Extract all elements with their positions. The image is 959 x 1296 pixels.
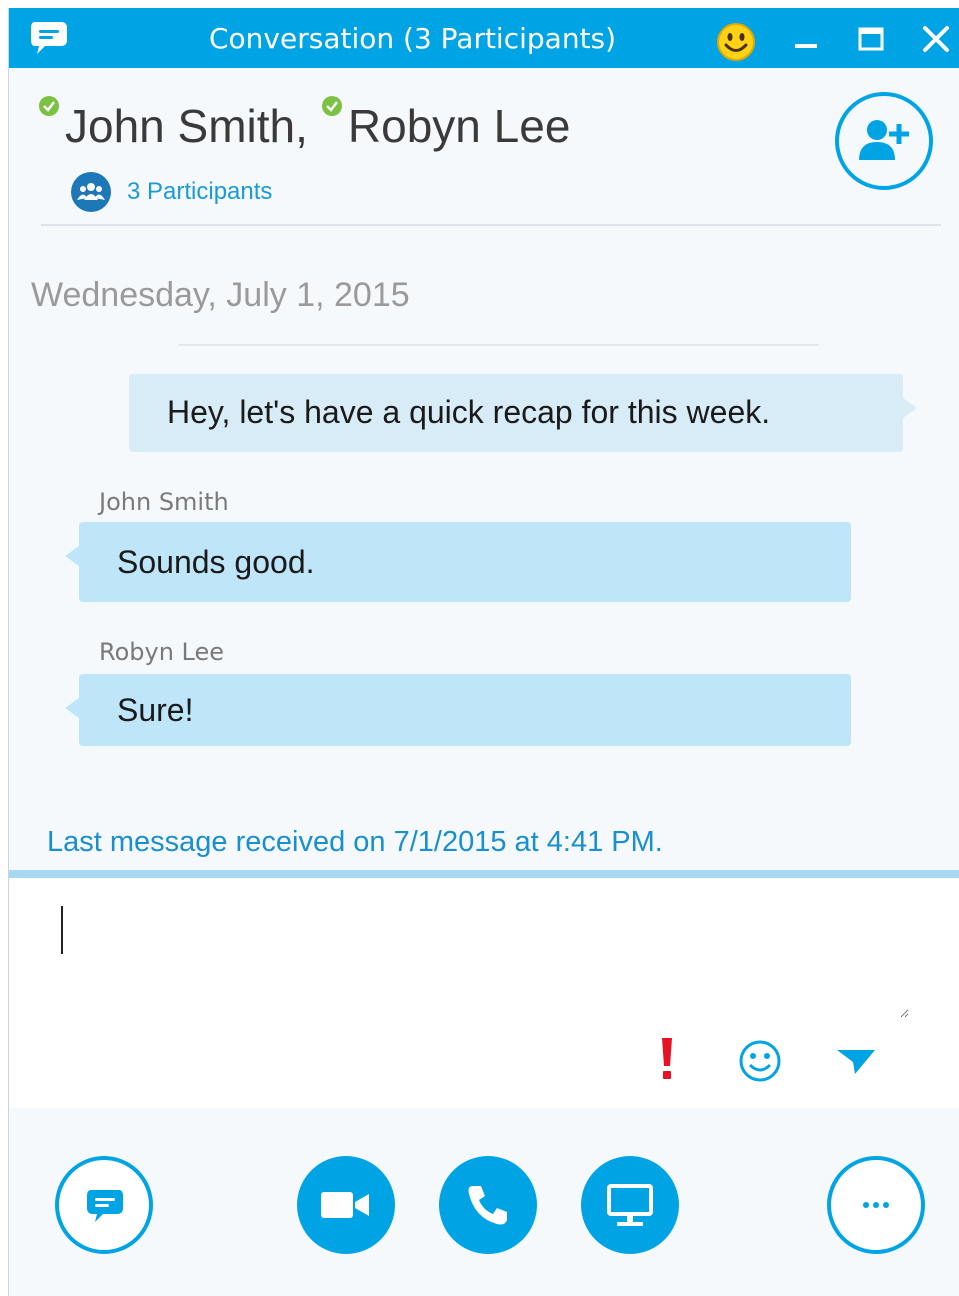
emoji-icon[interactable] <box>716 22 756 62</box>
header-divider <box>41 224 941 226</box>
more-icon <box>863 1202 889 1208</box>
video-icon <box>321 1192 369 1218</box>
conversation-window: Conversation (3 Participants) John Smith… <box>8 8 959 1296</box>
message-bubble-incoming: Sounds good. <box>65 522 851 602</box>
compose-area <box>9 878 959 1108</box>
message-bubble-outgoing: Hey, let's have a quick recap for this w… <box>129 374 917 452</box>
present-button[interactable] <box>581 1156 679 1254</box>
chat-app-icon <box>29 20 69 56</box>
participant-name[interactable]: Robyn Lee <box>348 100 571 152</box>
participant-name[interactable]: John Smith, <box>65 100 308 152</box>
more-options-button[interactable] <box>827 1156 925 1254</box>
message-sender: John Smith <box>99 488 229 516</box>
minimize-icon[interactable] <box>789 22 825 58</box>
presence-available-icon <box>321 96 342 116</box>
video-button[interactable] <box>297 1156 395 1254</box>
message-sender: Robyn Lee <box>99 638 225 666</box>
title-bar: Conversation (3 Participants) <box>9 8 959 68</box>
last-message-status: Last message received on 7/1/2015 at 4:4… <box>47 826 663 858</box>
phone-icon <box>468 1186 507 1225</box>
emoticon-icon[interactable] <box>737 1038 783 1084</box>
call-button[interactable] <box>439 1156 537 1254</box>
compose-divider <box>9 870 959 878</box>
close-icon[interactable] <box>919 22 955 58</box>
im-icon <box>87 1190 123 1222</box>
important-icon[interactable] <box>653 1036 681 1082</box>
maximize-icon[interactable] <box>854 22 890 58</box>
participants-link[interactable]: 3 Participants <box>71 172 272 212</box>
send-icon[interactable] <box>833 1042 879 1082</box>
add-person-icon <box>859 120 909 160</box>
add-person-button[interactable] <box>835 92 933 190</box>
participant-names: John Smith, Robyn Lee <box>39 96 584 156</box>
message-bubble-incoming: Sure! <box>65 674 851 746</box>
date-divider <box>179 344 819 346</box>
present-icon <box>607 1184 653 1226</box>
participants-icon <box>71 172 111 212</box>
conversation-date: Wednesday, July 1, 2015 <box>31 276 410 314</box>
message-input[interactable] <box>49 898 909 1018</box>
participant-count-label[interactable]: 3 Participants <box>127 178 272 206</box>
presence-available-icon <box>39 96 59 116</box>
bottom-toolbar <box>9 1108 959 1296</box>
im-button[interactable] <box>55 1156 153 1254</box>
window-title: Conversation (3 Participants) <box>209 22 617 55</box>
